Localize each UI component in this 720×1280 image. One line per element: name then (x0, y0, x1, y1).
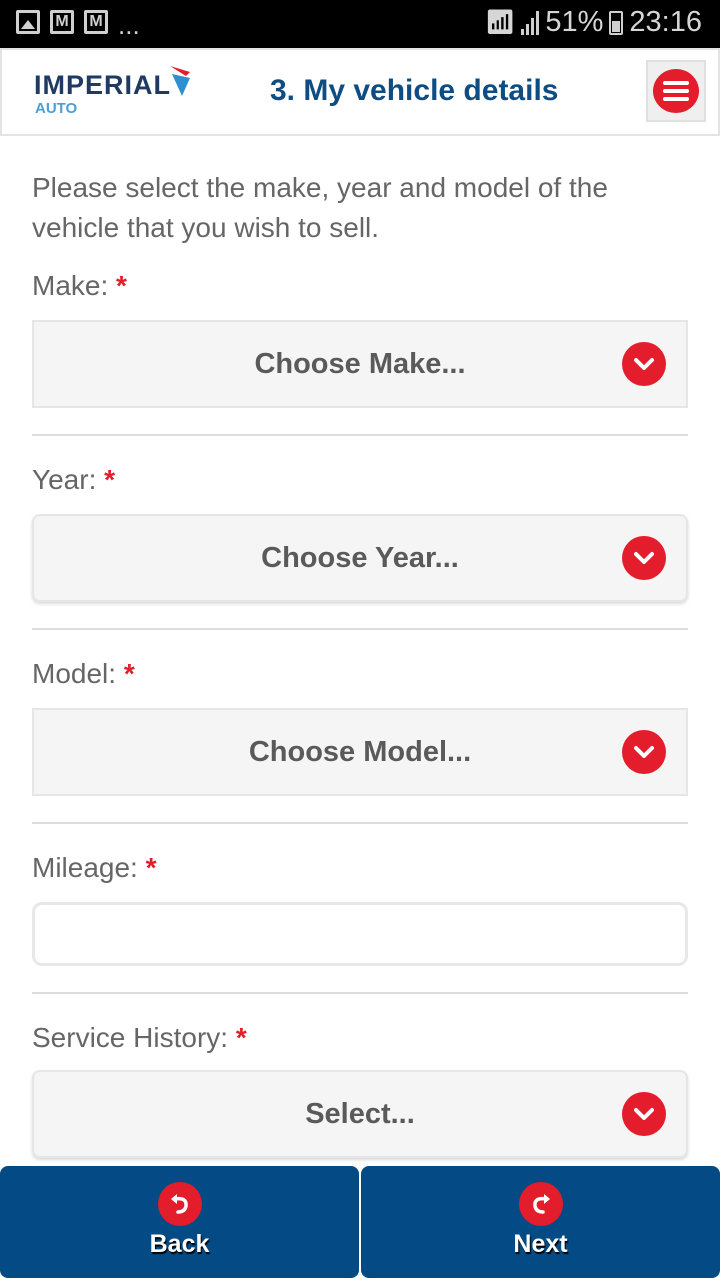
required-marker: * (104, 464, 116, 495)
divider (32, 628, 688, 630)
bottom-navigation: Back Next (0, 1166, 720, 1280)
required-marker: * (123, 658, 135, 689)
mileage-field-group: Mileage: * (32, 852, 688, 966)
required-marker: * (116, 270, 127, 301)
logo-sail-icon (170, 66, 190, 96)
battery-icon (609, 10, 624, 35)
service-history-select-value: Select... (305, 1097, 415, 1130)
chevron-down-icon (622, 1092, 666, 1136)
more-notifications-indicator: ... (118, 10, 140, 40)
model-label: Model: * (32, 658, 135, 689)
hamburger-menu-icon (653, 69, 699, 113)
vehicle-details-form: Please select the make, year and model o… (32, 136, 688, 1158)
year-select-value: Choose Year... (261, 541, 459, 574)
gmail-notification-icon: M (50, 10, 74, 34)
make-select[interactable]: Choose Make... (32, 320, 688, 408)
mileage-input[interactable] (32, 902, 688, 966)
make-field-group: Make: * Choose Make... (32, 270, 688, 408)
required-marker: * (235, 1022, 247, 1053)
required-marker: * (145, 852, 157, 883)
model-select-value: Choose Model... (248, 735, 472, 768)
divider (32, 822, 688, 824)
form-intro: Please select the make, year and model o… (32, 172, 608, 243)
imperial-auto-logo[interactable]: IMPERIAL AUTO (34, 64, 194, 124)
model-select[interactable]: Choose Model... (32, 708, 688, 796)
battery-percent: 51% (545, 6, 604, 38)
page-title: 3. My vehicle details (270, 74, 559, 107)
app-header: IMPERIAL AUTO 3. My vehicle details (0, 48, 720, 136)
divider (32, 992, 688, 994)
gmail-notification-icon: M (84, 10, 108, 34)
back-button[interactable]: Back (0, 1166, 359, 1278)
redo-arrow-icon (518, 1182, 563, 1226)
chevron-down-icon (622, 342, 666, 386)
divider (32, 434, 688, 436)
year-select[interactable]: Choose Year... (32, 514, 688, 602)
menu-button[interactable] (646, 60, 706, 122)
make-select-value: Choose Make... (254, 347, 466, 380)
status-bar: M M ... 📶︎ 51% 23:16 (0, 0, 720, 48)
back-label: Back (149, 1230, 210, 1258)
chevron-down-icon (622, 730, 666, 774)
year-label: Year: * (32, 464, 116, 495)
make-label: Make: * (32, 270, 127, 301)
year-field-group: Year: * Choose Year... (32, 464, 688, 602)
undo-arrow-icon (157, 1182, 202, 1226)
model-field-group: Model: * Choose Model... (32, 658, 688, 796)
signal-icon (521, 10, 540, 35)
next-button[interactable]: Next (361, 1166, 720, 1278)
mileage-label: Mileage: * (32, 852, 157, 883)
next-label: Next (513, 1230, 568, 1258)
chevron-down-icon (622, 536, 666, 580)
system-status: 📶︎ 51% 23:16 (485, 6, 702, 39)
service-history-label: Service History: * (32, 1022, 247, 1053)
service-history-select[interactable]: Select... (32, 1070, 688, 1158)
service-history-field-group: Service History: * Select... (32, 1022, 688, 1158)
wifi-icon: 📶︎ (484, 9, 516, 36)
logo-subtext: AUTO (35, 100, 78, 117)
notification-icons: M M ... (16, 10, 140, 40)
image-notification-icon (16, 10, 40, 34)
clock: 23:16 (629, 6, 702, 38)
logo-text: IMPERIAL (34, 70, 172, 100)
